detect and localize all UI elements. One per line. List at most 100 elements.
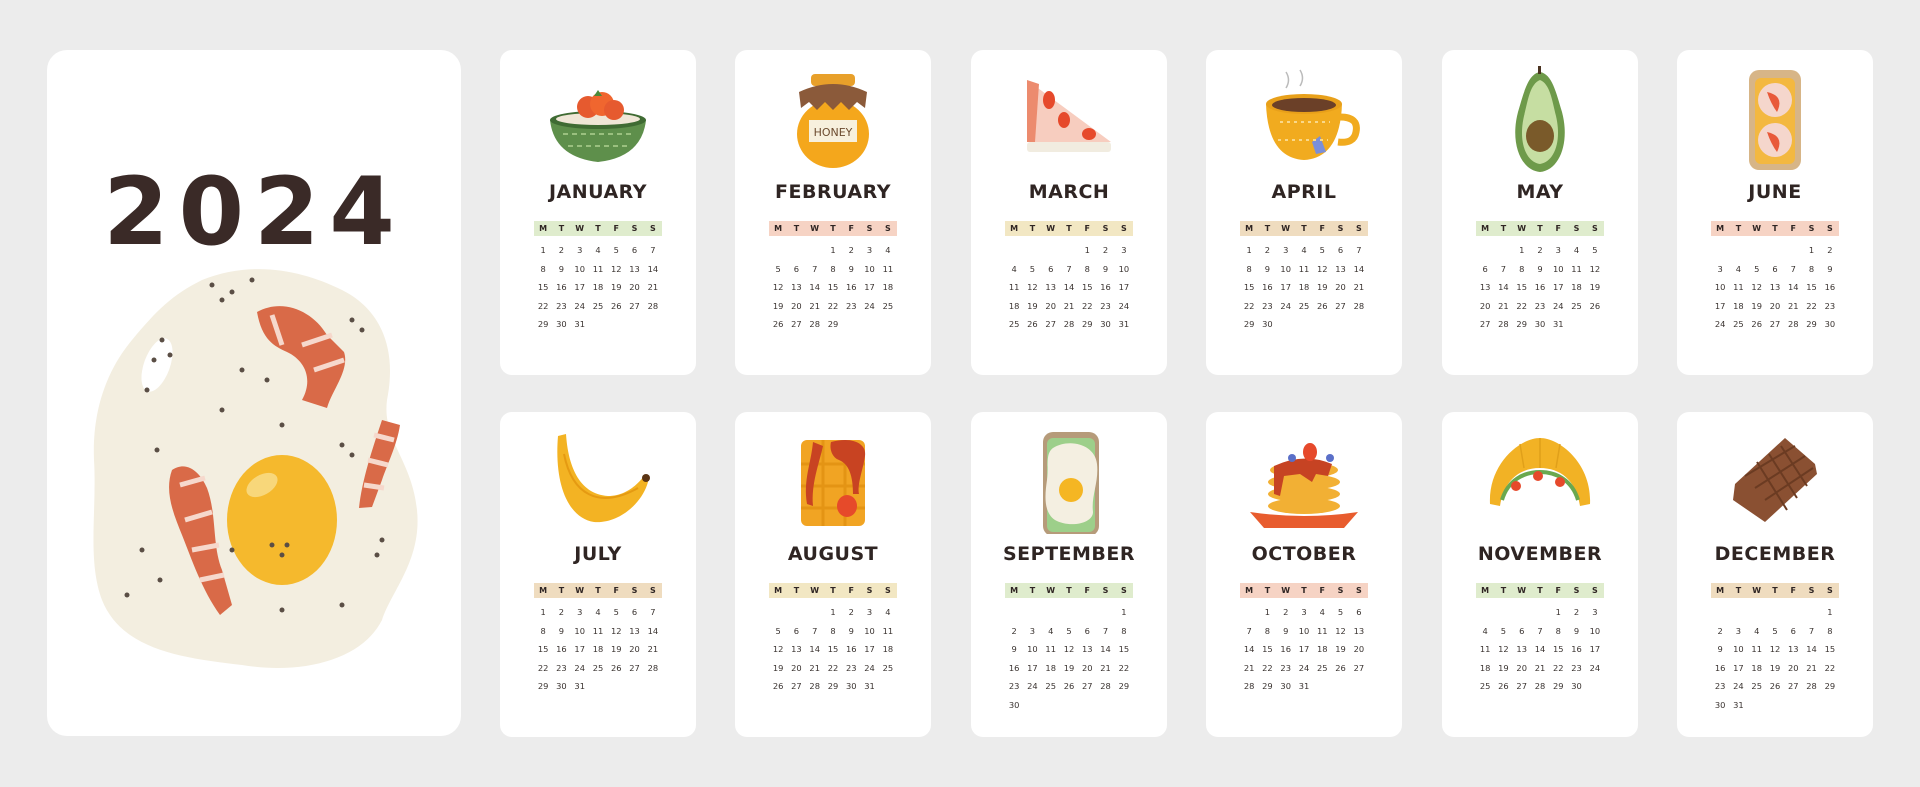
day-cell: 2 <box>1264 245 1271 255</box>
weekday-label: M <box>1716 224 1725 233</box>
day-cell: 16 <box>1262 282 1273 293</box>
day-cell: 23 <box>1534 300 1546 311</box>
day-cell: 10 <box>1733 644 1744 655</box>
day-cell: 24 <box>1589 662 1601 673</box>
weekday-label: T <box>1029 586 1036 595</box>
weekday-label: W <box>1752 224 1762 233</box>
weekday-label: S <box>1355 224 1362 233</box>
day-cell: 10 <box>1589 625 1601 636</box>
day-cell: 15 <box>827 282 839 293</box>
banana-icon <box>557 434 650 523</box>
day-cell: 19 <box>1751 300 1762 311</box>
day-cell: 5 <box>775 625 781 636</box>
day-cell: 26 <box>1589 300 1601 311</box>
day-cell: 9 <box>1264 263 1271 274</box>
day-cell: 17 <box>1280 282 1291 293</box>
month-name: FEBRUARY <box>775 181 891 203</box>
day-cell: 20 <box>1353 644 1365 655</box>
day-cell: 11 <box>592 625 604 636</box>
day-cell: 9 <box>558 263 565 274</box>
day-cell: 2 <box>558 607 565 617</box>
day-cell: 8 <box>1264 625 1271 636</box>
day-cell: 11 <box>1317 625 1328 636</box>
day-cell: 28 <box>1063 319 1075 330</box>
day-cell: 23 <box>1008 681 1020 692</box>
day-cell: 6 <box>631 607 638 617</box>
day-cell: 15 <box>537 644 549 655</box>
day-cell: 21 <box>1788 300 1799 311</box>
day-cell: 30 <box>1714 699 1726 710</box>
day-cell: 30 <box>1262 319 1273 330</box>
day-cell: 20 <box>791 300 802 311</box>
month-card-november: NOVEMBER M T W T F S S 1 2 3 4 5 6 7 8 9 10 11 12 13 14 15 16 17… <box>1442 412 1638 737</box>
month-grid: M T W T F S S 1 2 3 4 5 6 7 8 9 10 11 12 13 14 15 16 17 18 19 20 21… <box>769 221 897 334</box>
day-cell: 8 <box>1084 263 1090 274</box>
day-cell: 10 <box>1280 263 1291 274</box>
empty-day <box>1748 241 1766 260</box>
day-cell: 30 <box>1008 699 1020 710</box>
day-cell: 27 <box>1479 319 1491 330</box>
weekday-label: W <box>810 224 820 233</box>
weekday-label: T <box>1735 586 1742 595</box>
day-cell: 11 <box>1298 263 1310 274</box>
empty-day <box>1240 603 1258 622</box>
day-cell: 3 <box>577 607 583 617</box>
day-cell: 25 <box>592 300 604 311</box>
day-cell: 6 <box>1482 263 1488 274</box>
day-cell: 19 <box>1498 662 1509 673</box>
weekday-label: F <box>613 224 620 233</box>
month-grid: M T W T F S S 1 2 3 4 5 6 7 8 9 10 11 12 13 14 15 16 17 18 19 20 21… <box>1005 221 1133 334</box>
day-cell: 22 <box>1082 300 1093 311</box>
weekday-label: M <box>774 586 783 595</box>
weekday-label: T <box>1264 586 1271 595</box>
day-cell: 21 <box>1806 662 1817 673</box>
month-grid: M T W T F S S 1 2 3 4 5 6 7 8 9 10 11 12 13 14 15 16 17 18 19 20 21… <box>1240 221 1368 334</box>
month-grid: M T W T F S S 1 2 3 4 5 6 7 8 9 10 11 12 13 14 15 16 17 18 19 20 21… <box>1476 583 1604 696</box>
day-cell: 3 <box>1301 607 1307 617</box>
day-cell: 11 <box>1008 282 1020 293</box>
day-cell: 25 <box>592 662 604 673</box>
weekday-label: T <box>830 224 836 233</box>
empty-day <box>1711 241 1729 260</box>
day-cell: 24 <box>864 300 875 311</box>
day-cell: 23 <box>1714 681 1726 692</box>
year-title: 2024 <box>103 158 405 267</box>
day-cell: 20 <box>1769 300 1781 311</box>
day-cell: 12 <box>611 263 622 274</box>
day-cell: 25 <box>1571 300 1582 311</box>
day-cell: 5 <box>613 607 619 617</box>
day-cell: 14 <box>809 644 820 655</box>
weekday-label: M <box>1010 586 1019 595</box>
empty-day <box>1729 241 1747 260</box>
day-cell: 4 <box>595 245 601 255</box>
day-cell: 5 <box>1066 625 1072 636</box>
weekday-label: T <box>1772 586 1778 595</box>
day-cell: 14 <box>1353 263 1365 274</box>
day-cell: 24 <box>1118 300 1130 311</box>
day-cell: 16 <box>1824 282 1836 293</box>
day-cell: 31 <box>1298 681 1310 692</box>
day-cell: 7 <box>1066 263 1072 274</box>
day-cell: 14 <box>1100 644 1111 655</box>
day-cell: 4 <box>1048 625 1054 636</box>
month-card-september: SEPTEMBER M T W T F S S 1 2 3 4 5 6 7 8 9 10 11 12 13 14 15 16 1… <box>971 412 1167 737</box>
day-cell: 21 <box>1243 662 1255 673</box>
weekday-header: MTWTFSS <box>769 583 897 598</box>
month-grid: M T W T F S S 1 2 3 4 5 6 7 8 9 10 11 12 13 14 15 16 17 18 19 20 21… <box>534 221 662 334</box>
days-grid: 1 2 3 4 5 6 7 8 9 10 11 12 13 14 15 16 17 18 19 20 21 22 23 24 2… <box>1476 241 1604 334</box>
days-grid: 1 2 3 4 5 6 7 8 9 10 11 12 13 14 15 16 17 18 19 20 21 22 23 24 2… <box>1711 241 1839 334</box>
day-cell: 18 <box>882 282 894 293</box>
bowl-with-strawberries-icon <box>550 90 646 162</box>
day-cell: 7 <box>812 625 818 636</box>
days-grid: 1 2 3 4 5 6 7 8 9 10 11 12 13 14 15 16 17 18 19 20 21 22 23 24 2… <box>769 603 897 696</box>
month-name: MAY <box>1516 181 1564 203</box>
empty-day <box>769 241 787 260</box>
day-cell: 22 <box>1262 662 1273 673</box>
days-grid: 1 2 3 4 5 6 7 8 9 10 11 12 13 14 15 16 17 18 19 20 21 22 23 24 2… <box>1005 603 1133 715</box>
day-cell: 19 <box>772 300 784 311</box>
weekday-label: M <box>1245 586 1254 595</box>
day-cell: 22 <box>1824 662 1836 673</box>
weekday-label: M <box>1481 586 1490 595</box>
day-cell: 5 <box>1772 625 1778 636</box>
day-cell: 27 <box>791 319 802 330</box>
